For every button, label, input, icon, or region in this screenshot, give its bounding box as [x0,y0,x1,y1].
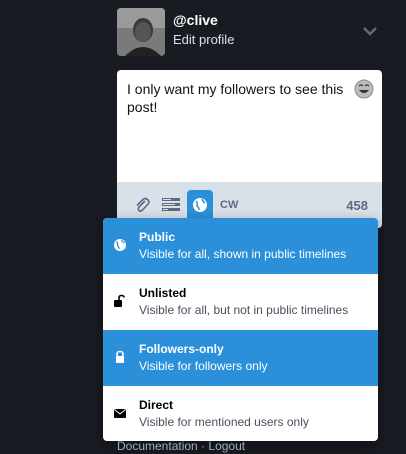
profile-handle: @clive [173,12,218,28]
lock-icon [113,350,127,364]
privacy-option-public[interactable]: Public Visible for all, shown in public … [103,218,378,274]
unlock-icon [113,294,127,308]
option-description: Visible for all, shown in public timelin… [139,247,347,261]
privacy-option-direct[interactable]: Direct Visible for mentioned users only [103,386,378,441]
poll-icon[interactable] [158,192,184,218]
privacy-globe-button[interactable] [187,190,213,220]
privacy-option-followers-only[interactable]: Followers-only Visible for followers onl… [103,330,378,386]
footer-links: Documentation · Logout [117,439,245,453]
option-title: Public [139,230,176,244]
envelope-icon [113,406,127,420]
avatar[interactable] [117,8,165,56]
option-description: Visible for mentioned users only [139,415,309,429]
character-counter: 458 [346,198,368,213]
option-title: Direct [139,398,174,412]
chevron-down-icon[interactable] [362,24,378,38]
emoji-picker-icon[interactable] [354,79,374,99]
documentation-link[interactable]: Documentation [117,439,198,453]
option-title: Unlisted [139,286,187,300]
logout-link[interactable]: Logout [208,439,245,453]
globe-icon [113,238,127,252]
privacy-option-unlisted[interactable]: Unlisted Visible for all, but not in pub… [103,274,378,330]
compose-form: I only want my followers to see this pos… [117,70,382,228]
privacy-dropdown: Public Visible for all, shown in public … [103,218,378,441]
option-description: Visible for all, but not in public timel… [139,303,349,317]
content-warning-button[interactable]: CW [220,199,238,211]
edit-profile-link[interactable]: Edit profile [173,32,234,47]
footer-separator: · [197,439,209,453]
option-description: Visible for followers only [139,359,268,373]
paperclip-icon[interactable] [129,192,155,218]
compose-textarea[interactable]: I only want my followers to see this pos… [127,80,347,116]
option-title: Followers-only [139,342,224,356]
